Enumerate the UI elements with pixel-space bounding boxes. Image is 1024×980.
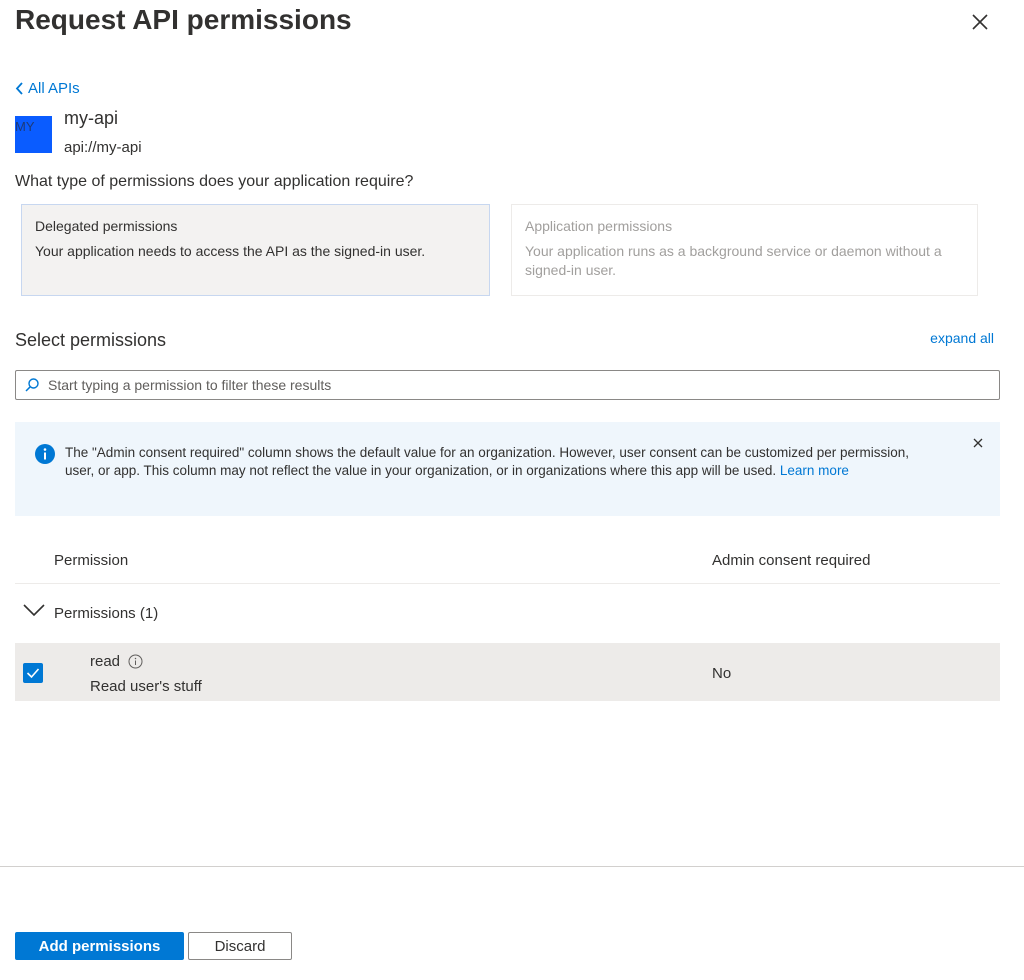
admin-consent-info-bar: The "Admin consent required" column show… [15,422,1000,516]
info-icon [35,444,55,464]
permissions-group-label: Permissions (1) [54,605,159,622]
permission-description: Read user's stuff [90,678,202,695]
api-avatar: MY [15,116,52,153]
permission-search-input[interactable] [46,376,990,394]
info-circle-icon[interactable] [128,654,143,669]
permission-checkbox[interactable] [23,663,43,683]
learn-more-link[interactable]: Learn more [780,463,849,478]
discard-button[interactable]: Discard [188,932,292,960]
all-apis-back-link[interactable]: All APIs [15,80,80,97]
info-bar-message: The "Admin consent required" column show… [65,444,925,480]
expand-all-link[interactable]: expand all [930,330,994,346]
delegated-permissions-card[interactable]: Delegated permissions Your application n… [21,204,490,296]
delegated-permissions-title: Delegated permissions [35,218,178,234]
column-header-permission: Permission [54,552,129,569]
column-header-admin-consent: Admin consent required [712,552,871,569]
application-permissions-card[interactable]: Application permissions Your application… [511,204,978,296]
footer-divider [0,866,1024,867]
chevron-down-icon[interactable] [23,602,45,618]
dismiss-icon[interactable] [971,436,985,450]
application-permissions-description: Your application runs as a background se… [525,243,942,278]
permission-name-cell: read [90,653,143,670]
permission-type-question: What type of permissions does your appli… [15,173,414,190]
admin-consent-value: No [712,665,732,682]
add-permissions-button[interactable]: Add permissions [15,932,184,960]
page-title: Request API permissions [15,4,352,35]
api-avatar-initials: MY [15,119,35,134]
request-api-permissions-panel: Request API permissions All APIs MY my-a… [0,0,1024,980]
close-icon[interactable] [968,10,992,34]
permissions-table-header: Permission Admin consent required [15,540,1000,584]
permission-search-box[interactable] [15,370,1000,400]
checkmark-icon [26,668,40,679]
search-icon [25,378,39,392]
api-uri: api://my-api [64,139,142,156]
delegated-permissions-description: Your application needs to access the API… [35,243,426,259]
permissions-group-row[interactable]: Permissions (1) [15,596,1000,630]
back-link-label: All APIs [28,80,80,97]
api-name: my-api [64,108,119,128]
select-permissions-label: Select permissions [15,330,167,350]
table-row[interactable]: read Read user's stuff No [15,643,1000,701]
chevron-left-icon [15,82,23,95]
permission-name: read [90,653,121,670]
application-permissions-title: Application permissions [525,218,673,234]
